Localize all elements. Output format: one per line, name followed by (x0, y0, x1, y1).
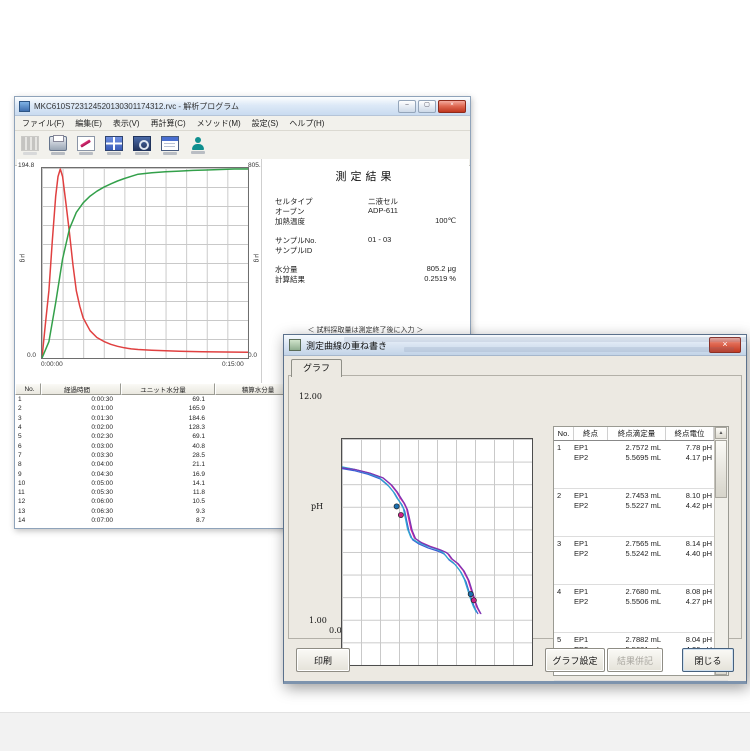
column-header[interactable]: 終点 (574, 427, 608, 440)
ph-max-label: 12.00 (299, 392, 322, 401)
dialog-icon (289, 339, 301, 351)
column-header[interactable]: No. (554, 427, 574, 440)
menu-bar: ファイル(F) 編集(E) 表示(V) 再計算(C) メソッド(M) 設定(S) ヘルプ(H… (15, 116, 470, 131)
y-left-min-label: 0.0 (27, 352, 36, 359)
y-left-unit-label: μg (19, 254, 26, 263)
close-dialog-button[interactable]: 閉じる (682, 648, 734, 672)
y-right-min-label: 0.0 (248, 352, 257, 359)
menu-item[interactable]: 表示(V) (113, 118, 140, 129)
app-icon (19, 101, 30, 112)
moisture-curves (42, 168, 248, 358)
aero-glass-artifact (344, 337, 746, 342)
scroll-thumb[interactable] (715, 440, 727, 498)
tab-page: 12.00 1.00 pH 0.0000 mL 8.0000 No.終点終点滴定… (288, 375, 742, 639)
results-title: 測定結果 (262, 168, 469, 184)
result-field: 水分量805.2 μg (262, 264, 469, 274)
menu-item[interactable]: 編集(E) (75, 118, 102, 129)
result-field: サンプルID (262, 245, 469, 255)
endpoint-row-group[interactable]: 1EP1EP22.7572 mL5.5695 mL7.78 pH4.17 pH (554, 441, 728, 489)
titration-curves (342, 439, 532, 665)
minimize-button[interactable]: – (398, 100, 416, 113)
graph-settings-button[interactable]: グラフ設定 (545, 648, 605, 672)
endpoint-row-group[interactable]: 4EP1EP22.7680 mL5.5506 mL8.08 pH4.27 pH (554, 585, 728, 633)
x-start-label: 0:00:00 (41, 361, 63, 368)
overlay-curves-dialog: 測定曲線の重ね書き × グラフ 12.00 1.00 pH 0.0000 mL … (283, 334, 747, 684)
graph-pen-icon (77, 136, 95, 151)
ph-min-label: 1.00 (309, 616, 327, 625)
monitor-magnifier-icon (133, 136, 151, 151)
toolbar-review-button[interactable] (130, 133, 154, 158)
cell-grid-icon (105, 136, 123, 151)
moisture-plot (41, 167, 249, 359)
column-header[interactable]: 終点滴定量 (608, 427, 666, 440)
result-field: 計算結果0.2519 % (262, 274, 469, 284)
close-button[interactable]: × (438, 100, 466, 113)
scroll-up-icon[interactable]: ▲ (715, 427, 727, 439)
result-field: 加熱温度100℃ (262, 216, 469, 226)
result-field: セルタイプ二液セル (262, 196, 469, 206)
page-footer-band (0, 712, 750, 751)
y-left-max-label: 194.8 (18, 162, 34, 169)
endpoint-row-group[interactable]: 2EP1EP22.7453 mL5.5227 mL8.10 pH4.42 pH (554, 489, 728, 537)
column-header[interactable]: 経過時間 (41, 383, 121, 395)
report-chart-icon (21, 136, 39, 151)
window-title: MKC610S723124520130301174312.rvc - 解析プログ… (34, 101, 239, 112)
toolbar-user-button[interactable] (186, 133, 210, 158)
printer-icon (49, 136, 67, 151)
print-button[interactable]: 印刷 (296, 648, 350, 672)
endpoint-table-body: 1EP1EP22.7572 mL5.5695 mL7.78 pH4.17 pH2… (554, 441, 728, 681)
result-field: オーブンADP-611 (262, 206, 469, 216)
toolbar-report-button[interactable] (18, 133, 42, 158)
y-right-unit-label: μg (253, 254, 260, 263)
column-header[interactable]: ユニット水分量 (121, 383, 215, 395)
aero-glass-artifact (404, 347, 734, 352)
moisture-chart-area: 194.8 0.0 805.3 0.0 μg μg 0:00:00 0:15:0… (17, 159, 261, 383)
ph-plot (341, 438, 533, 666)
maximize-button[interactable]: ▢ (418, 100, 436, 113)
menu-item[interactable]: メソッド(M) (197, 118, 241, 129)
column-header[interactable]: 終点電位 (666, 427, 714, 440)
user-icon (190, 137, 206, 150)
column-header[interactable]: No. (15, 383, 41, 395)
toolbar-graph-edit-button[interactable] (74, 133, 98, 158)
endpoint-row-group[interactable]: 3EP1EP22.7565 mL5.5242 mL8.14 pH4.40 pH (554, 537, 728, 585)
toolbar-cell-button[interactable] (102, 133, 126, 158)
menu-item[interactable]: ファイル(F) (22, 118, 64, 129)
menu-item[interactable]: 再計算(C) (151, 118, 186, 129)
back-window-titlebar[interactable]: MKC610S723124520130301174312.rvc - 解析プログ… (15, 97, 470, 116)
table-scrollbar[interactable]: ▲ ▼ (714, 427, 728, 675)
endpoint-table-header: No.終点終点滴定量終点電位 (554, 427, 728, 441)
toolbar-graphs-button[interactable] (158, 133, 182, 158)
dialog-titlebar[interactable]: 測定曲線の重ね書き × (284, 335, 746, 356)
ph-axis-label: pH (311, 502, 323, 511)
show-results-button[interactable]: 結果併記 (607, 648, 663, 672)
menu-item[interactable]: 設定(S) (252, 118, 279, 129)
menu-item[interactable]: ヘルプ(H) (289, 118, 324, 129)
graph-window-icon (161, 136, 179, 151)
x-end-label: 0:15:00 (222, 361, 244, 368)
endpoint-table: No.終点終点滴定量終点電位 1EP1EP22.7572 mL5.5695 mL… (553, 426, 729, 676)
result-field: サンプルNo.01 - 03 (262, 235, 469, 245)
results-fields: セルタイプ二液セルオーブンADP-611加熱温度100℃ サンプルNo.01 - … (262, 196, 469, 284)
tab-graph[interactable]: グラフ (291, 359, 342, 377)
toolbar-print-button[interactable] (46, 133, 70, 158)
